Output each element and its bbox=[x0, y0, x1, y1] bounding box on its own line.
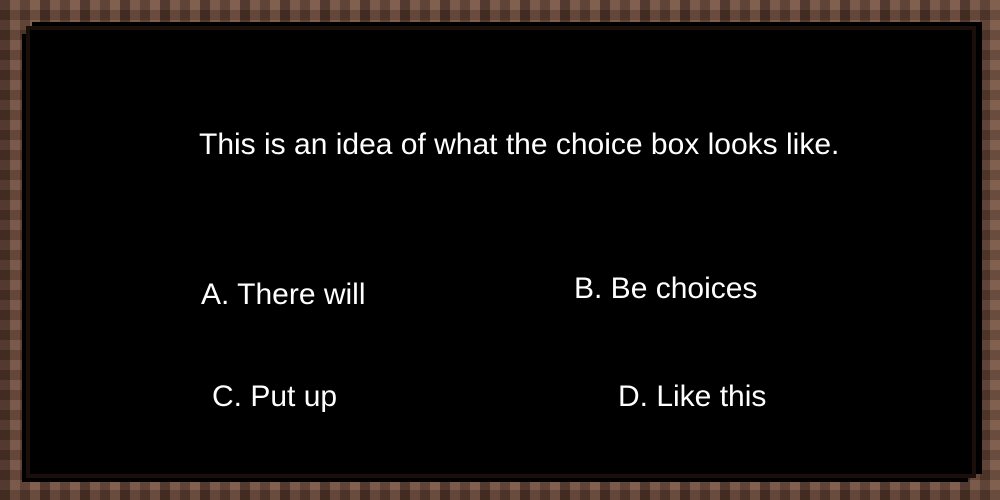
choice-option-a[interactable]: A. There will bbox=[201, 280, 366, 310]
choice-box-frame: This is an idea of what the choice box l… bbox=[0, 0, 1000, 500]
choice-option-c[interactable]: C. Put up bbox=[212, 382, 337, 412]
choice-option-b[interactable]: B. Be choices bbox=[574, 274, 757, 304]
choice-option-d[interactable]: D. Like this bbox=[618, 382, 766, 412]
dialog-prompt: This is an idea of what the choice box l… bbox=[199, 128, 840, 161]
choice-box-panel bbox=[30, 30, 972, 474]
